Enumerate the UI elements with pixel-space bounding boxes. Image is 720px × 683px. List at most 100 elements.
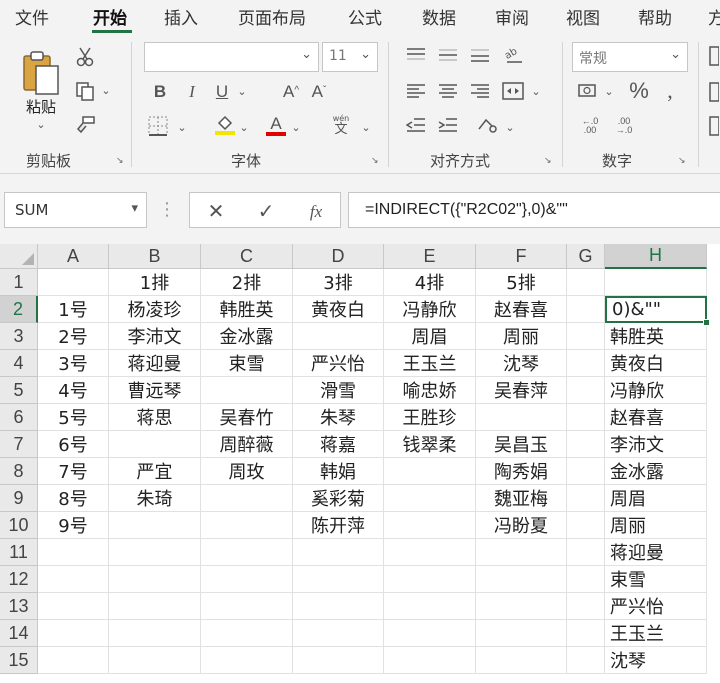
cell-e5[interactable]: 喻忠娇 bbox=[384, 377, 476, 404]
select-all-button[interactable] bbox=[0, 244, 38, 269]
decrease-indent-icon[interactable] bbox=[404, 114, 428, 136]
cell-g4[interactable] bbox=[567, 350, 605, 377]
cell-d7[interactable]: 蒋嘉 bbox=[293, 431, 384, 458]
clipboard-launcher-icon[interactable]: ↘ bbox=[116, 156, 124, 166]
cell-e1[interactable]: 4排 bbox=[384, 269, 476, 296]
wrap-text-icon[interactable] bbox=[474, 112, 500, 138]
cell-b15[interactable] bbox=[109, 647, 201, 674]
column-header-f[interactable]: F bbox=[476, 244, 567, 269]
cell-a4[interactable]: 3号 bbox=[38, 350, 109, 377]
cell-c6[interactable]: 吴春竹 bbox=[201, 404, 293, 431]
row-header-2[interactable]: 2 bbox=[0, 296, 38, 323]
cell-c4[interactable]: 束雪 bbox=[201, 350, 293, 377]
cell-h5[interactable]: 冯静欣 bbox=[605, 377, 707, 404]
cell-h3[interactable]: 韩胜英 bbox=[605, 323, 707, 350]
cell-f12[interactable] bbox=[476, 566, 567, 593]
cell-d2[interactable]: 黄夜白 bbox=[293, 296, 384, 323]
cell-c2[interactable]: 韩胜英 bbox=[201, 296, 293, 323]
number-format-combo[interactable]: 常规 ⌄ bbox=[572, 42, 688, 72]
cell-a9[interactable]: 8号 bbox=[38, 485, 109, 512]
cell-h1[interactable] bbox=[605, 269, 707, 296]
tab-overflow[interactable]: 方 bbox=[708, 4, 720, 29]
underline-chevron-down-icon[interactable]: ⌄ bbox=[236, 82, 248, 100]
cell-e10[interactable] bbox=[384, 512, 476, 539]
align-top-icon[interactable] bbox=[404, 44, 428, 66]
cell-f7[interactable]: 吴昌玉 bbox=[476, 431, 567, 458]
cell-g11[interactable] bbox=[567, 539, 605, 566]
shrink-font-icon[interactable]: Aˇ bbox=[306, 80, 332, 102]
cell-b11[interactable] bbox=[109, 539, 201, 566]
formula-input[interactable]: =INDIRECT({"R2C02"},0)&"" bbox=[348, 192, 720, 228]
cell-d8[interactable]: 韩娟 bbox=[293, 458, 384, 485]
tab-view[interactable]: 视图 bbox=[566, 4, 600, 29]
cell-a14[interactable] bbox=[38, 620, 109, 647]
cell-f9[interactable]: 魏亚梅 bbox=[476, 485, 567, 512]
cell-f1[interactable]: 5排 bbox=[476, 269, 567, 296]
column-header-h[interactable]: H bbox=[605, 244, 707, 269]
phonetic-chevron-down-icon[interactable]: ⌄ bbox=[360, 118, 372, 136]
cell-b7[interactable] bbox=[109, 431, 201, 458]
cell-f4[interactable]: 沈琴 bbox=[476, 350, 567, 377]
format-table-icon[interactable] bbox=[708, 80, 720, 104]
cell-h12[interactable]: 束雪 bbox=[605, 566, 707, 593]
cell-b14[interactable] bbox=[109, 620, 201, 647]
fill-color-chevron-down-icon[interactable]: ⌄ bbox=[238, 118, 250, 136]
cell-d9[interactable]: 奚彩菊 bbox=[293, 485, 384, 512]
cell-b5[interactable]: 曹远琴 bbox=[109, 377, 201, 404]
cell-e14[interactable] bbox=[384, 620, 476, 647]
cell-c5[interactable] bbox=[201, 377, 293, 404]
cell-e12[interactable] bbox=[384, 566, 476, 593]
cell-a1[interactable] bbox=[38, 269, 109, 296]
orientation-icon[interactable]: ab bbox=[500, 42, 528, 68]
row-header-10[interactable]: 10 bbox=[0, 512, 38, 539]
cell-a7[interactable]: 6号 bbox=[38, 431, 109, 458]
cell-e3[interactable]: 周眉 bbox=[384, 323, 476, 350]
cell-f11[interactable] bbox=[476, 539, 567, 566]
row-header-6[interactable]: 6 bbox=[0, 404, 38, 431]
name-box[interactable]: SUM ▾ bbox=[4, 192, 147, 228]
cell-a2[interactable]: 1号 bbox=[38, 296, 109, 323]
merge-center-icon[interactable] bbox=[500, 78, 526, 104]
cell-a10[interactable]: 9号 bbox=[38, 512, 109, 539]
percent-icon[interactable]: % bbox=[626, 78, 652, 104]
insert-function-icon[interactable]: fx bbox=[304, 199, 328, 223]
cell-g13[interactable] bbox=[567, 593, 605, 620]
cell-b12[interactable] bbox=[109, 566, 201, 593]
row-header-14[interactable]: 14 bbox=[0, 620, 38, 647]
cell-a5[interactable]: 4号 bbox=[38, 377, 109, 404]
worksheet-grid[interactable]: A B C D E F G H 1 1排 2排 3排 4排 5排 2 1号 杨凌珍 韩胜英 黄夜白 冯静欣 赵春喜 0)&… bbox=[0, 244, 720, 683]
comma-style-icon[interactable]: , bbox=[660, 78, 680, 104]
row-header-4[interactable]: 4 bbox=[0, 350, 38, 377]
cell-g14[interactable] bbox=[567, 620, 605, 647]
phonetic-guide-icon[interactable]: wén 文 bbox=[324, 112, 358, 138]
cell-d1[interactable]: 3排 bbox=[293, 269, 384, 296]
cell-b4[interactable]: 蒋迎曼 bbox=[109, 350, 201, 377]
cell-a6[interactable]: 5号 bbox=[38, 404, 109, 431]
cell-h11[interactable]: 蒋迎曼 bbox=[605, 539, 707, 566]
cell-h8[interactable]: 金冰露 bbox=[605, 458, 707, 485]
cell-c12[interactable] bbox=[201, 566, 293, 593]
column-header-a[interactable]: A bbox=[38, 244, 109, 269]
cell-c13[interactable] bbox=[201, 593, 293, 620]
tab-data[interactable]: 数据 bbox=[422, 4, 456, 29]
cell-d15[interactable] bbox=[293, 647, 384, 674]
cell-f3[interactable]: 周丽 bbox=[476, 323, 567, 350]
row-header-15[interactable]: 15 bbox=[0, 647, 38, 674]
fill-handle[interactable] bbox=[703, 319, 710, 326]
copy-chevron-down-icon[interactable]: ⌄ bbox=[100, 82, 112, 98]
merge-chevron-down-icon[interactable]: ⌄ bbox=[530, 82, 542, 100]
accounting-format-icon[interactable] bbox=[576, 80, 602, 102]
cell-e7[interactable]: 钱翠柔 bbox=[384, 431, 476, 458]
cell-e6[interactable]: 王胜珍 bbox=[384, 404, 476, 431]
cell-c9[interactable] bbox=[201, 485, 293, 512]
cell-d14[interactable] bbox=[293, 620, 384, 647]
cell-f8[interactable]: 陶秀娟 bbox=[476, 458, 567, 485]
borders-icon[interactable] bbox=[146, 114, 170, 138]
tab-page-layout[interactable]: 页面布局 bbox=[238, 4, 306, 29]
row-header-8[interactable]: 8 bbox=[0, 458, 38, 485]
cell-b1[interactable]: 1排 bbox=[109, 269, 201, 296]
row-header-9[interactable]: 9 bbox=[0, 485, 38, 512]
cell-g10[interactable] bbox=[567, 512, 605, 539]
copy-icon[interactable] bbox=[72, 80, 98, 102]
cell-f15[interactable] bbox=[476, 647, 567, 674]
